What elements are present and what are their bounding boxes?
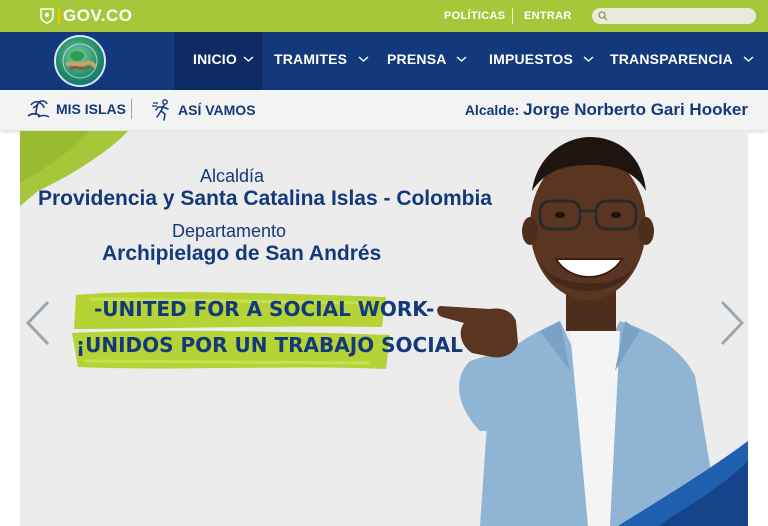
- search-input[interactable]: [612, 10, 752, 22]
- mayor-prefix: Alcalde:: [464, 102, 520, 118]
- hero-banner[interactable]: Alcaldía Providencia y Santa Catalina Is…: [20, 131, 748, 526]
- runner-icon: [152, 99, 169, 121]
- mis-islas-label: MIS ISLAS: [56, 101, 127, 117]
- nav-item-label: TRANSPARENCIA: [610, 51, 733, 67]
- banner-line-alcaldia: Alcaldía: [200, 166, 265, 186]
- nav-item-transparencia[interactable]: TRANSPARENCIA: [610, 51, 754, 67]
- nav-item-label: PRENSA: [387, 51, 447, 67]
- nav-item-impuestos[interactable]: IMPUESTOS: [489, 51, 594, 67]
- nav-item-label: TRAMITES: [274, 51, 348, 67]
- mis-islas-link[interactable]: MIS ISLAS: [26, 99, 126, 119]
- emblem-graphic: [62, 43, 98, 79]
- municipality-emblem[interactable]: [54, 35, 106, 87]
- nav-item-inicio[interactable]: INICIO: [193, 51, 254, 67]
- asi-vamos-link[interactable]: ASÍ VAMOS: [152, 99, 256, 121]
- banner-line-archipielago: Archipielago de San Andrés: [102, 242, 382, 265]
- gov-color-bar: [58, 8, 60, 24]
- arrow-right-icon[interactable]: [718, 300, 746, 346]
- mayor-name: Jorge Norberto Gari Hooker: [523, 100, 748, 119]
- slogan-english: -UNITED FOR A SOCIAL WORK-: [94, 297, 435, 321]
- search-icon[interactable]: [598, 11, 608, 21]
- gov-co-logo[interactable]: GOV.CO: [40, 6, 132, 26]
- chevron-down-icon: [358, 56, 369, 62]
- islands-icon: [27, 100, 50, 118]
- chevron-down-icon: [743, 56, 754, 62]
- chevron-down-icon: [583, 56, 594, 62]
- chevron-down-icon: [456, 56, 467, 62]
- asi-vamos-label: ASÍ VAMOS: [178, 102, 256, 118]
- arrow-left-icon[interactable]: [24, 300, 52, 346]
- blue-brush-corner: [618, 441, 748, 526]
- nav-item-label: INICIO: [193, 51, 237, 67]
- nav-item-prensa[interactable]: PRENSA: [387, 51, 467, 67]
- mayor-info: Alcalde: Jorge Norberto Gari Hooker: [465, 100, 748, 120]
- nav-item-label: IMPUESTOS: [489, 51, 574, 67]
- search-box: [592, 8, 756, 24]
- sub-separator: [131, 99, 132, 119]
- entrar-link[interactable]: ENTRAR: [524, 10, 572, 22]
- sub-navbar: MIS ISLAS ASÍ VAMOS Alcalde: Jorge Norbe…: [0, 90, 768, 130]
- nav-item-tramites[interactable]: TRAMITES: [274, 51, 369, 67]
- shield-icon: [40, 8, 54, 24]
- top-separator: [512, 8, 513, 24]
- main-navbar: INICIO TRAMITES PRENSA IMPUESTOS TRANSPA…: [0, 32, 768, 90]
- gov-label: GOV.CO: [63, 6, 133, 25]
- gov-topbar: GOV.CO POLÍTICAS ENTRAR: [0, 0, 768, 32]
- banner-line-departamento: Departamento: [172, 221, 287, 241]
- chevron-down-icon: [243, 56, 254, 62]
- slogan-spanish: ¡UNIDOS POR UN TRABAJO SOCIAL !: [76, 333, 479, 357]
- politicas-link[interactable]: POLÍTICAS: [444, 10, 505, 22]
